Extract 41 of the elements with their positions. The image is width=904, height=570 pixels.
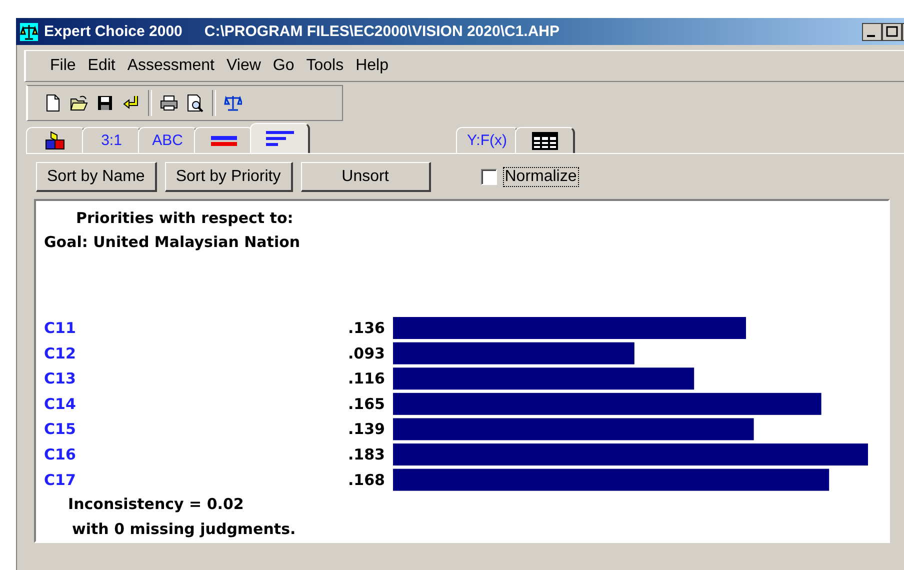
scale-icon[interactable] [20, 22, 38, 40]
tab[interactable]: Y:F(x) [456, 127, 519, 153]
criterion-name: C13 [44, 370, 76, 388]
inconsistency-text: Inconsistency = 0.02 [67, 495, 245, 515]
tab[interactable]: ABC [138, 127, 198, 153]
priority-value: .165 [348, 394, 385, 413]
criterion-name: C16 [44, 446, 76, 464]
tab[interactable]: 3:1 [82, 127, 142, 153]
priority-value: .183 [348, 446, 385, 464]
criterion-name: C14 [44, 394, 76, 413]
menu-item[interactable]: Assessment [127, 57, 214, 75]
menu-item[interactable]: View [226, 57, 261, 75]
priority-value: .116 [348, 370, 385, 388]
sort-button[interactable]: Sort by Name [36, 162, 157, 192]
file-path: C:\PROGRAM FILES\EC2000\VISION 2020\C1.AHP [204, 23, 560, 40]
window-title: Expert Choice 2000 [44, 23, 182, 40]
menu-item[interactable]: File [50, 57, 76, 75]
priority-value: .093 [348, 344, 385, 362]
minimize-icon[interactable] [862, 22, 882, 40]
missing-judgments-text: with 0 missing judgments. [71, 520, 297, 538]
sort-button[interactable]: Sort by Priority [164, 162, 293, 192]
sorted-lines-icon[interactable] [250, 123, 310, 153]
criterion-name: C15 [44, 420, 76, 438]
menu-item[interactable]: Edit [88, 57, 116, 75]
priority-value: .168 [348, 470, 385, 489]
checkbox-label[interactable]: Normalize [502, 167, 579, 187]
goal-text: Goal: United Malaysian Nation [44, 233, 302, 253]
menu-item[interactable]: Tools [306, 57, 344, 75]
maximize-icon[interactable] [882, 22, 902, 40]
criterion-name: C12 [44, 344, 76, 362]
checkbox[interactable] [480, 169, 497, 185]
blocks-icon[interactable] [26, 127, 86, 153]
heading-text: Priorities with respect to: [75, 209, 294, 229]
priority-value: .136 [348, 319, 385, 337]
grid-icon[interactable] [515, 127, 575, 153]
menu-item[interactable]: Help [356, 57, 388, 75]
sort-button[interactable]: Unsort [300, 162, 431, 192]
criterion-name: C11 [44, 319, 76, 337]
criterion-name: C17 [44, 470, 76, 489]
menu-item[interactable]: Go [272, 57, 294, 75]
priority-value: .139 [348, 420, 385, 438]
